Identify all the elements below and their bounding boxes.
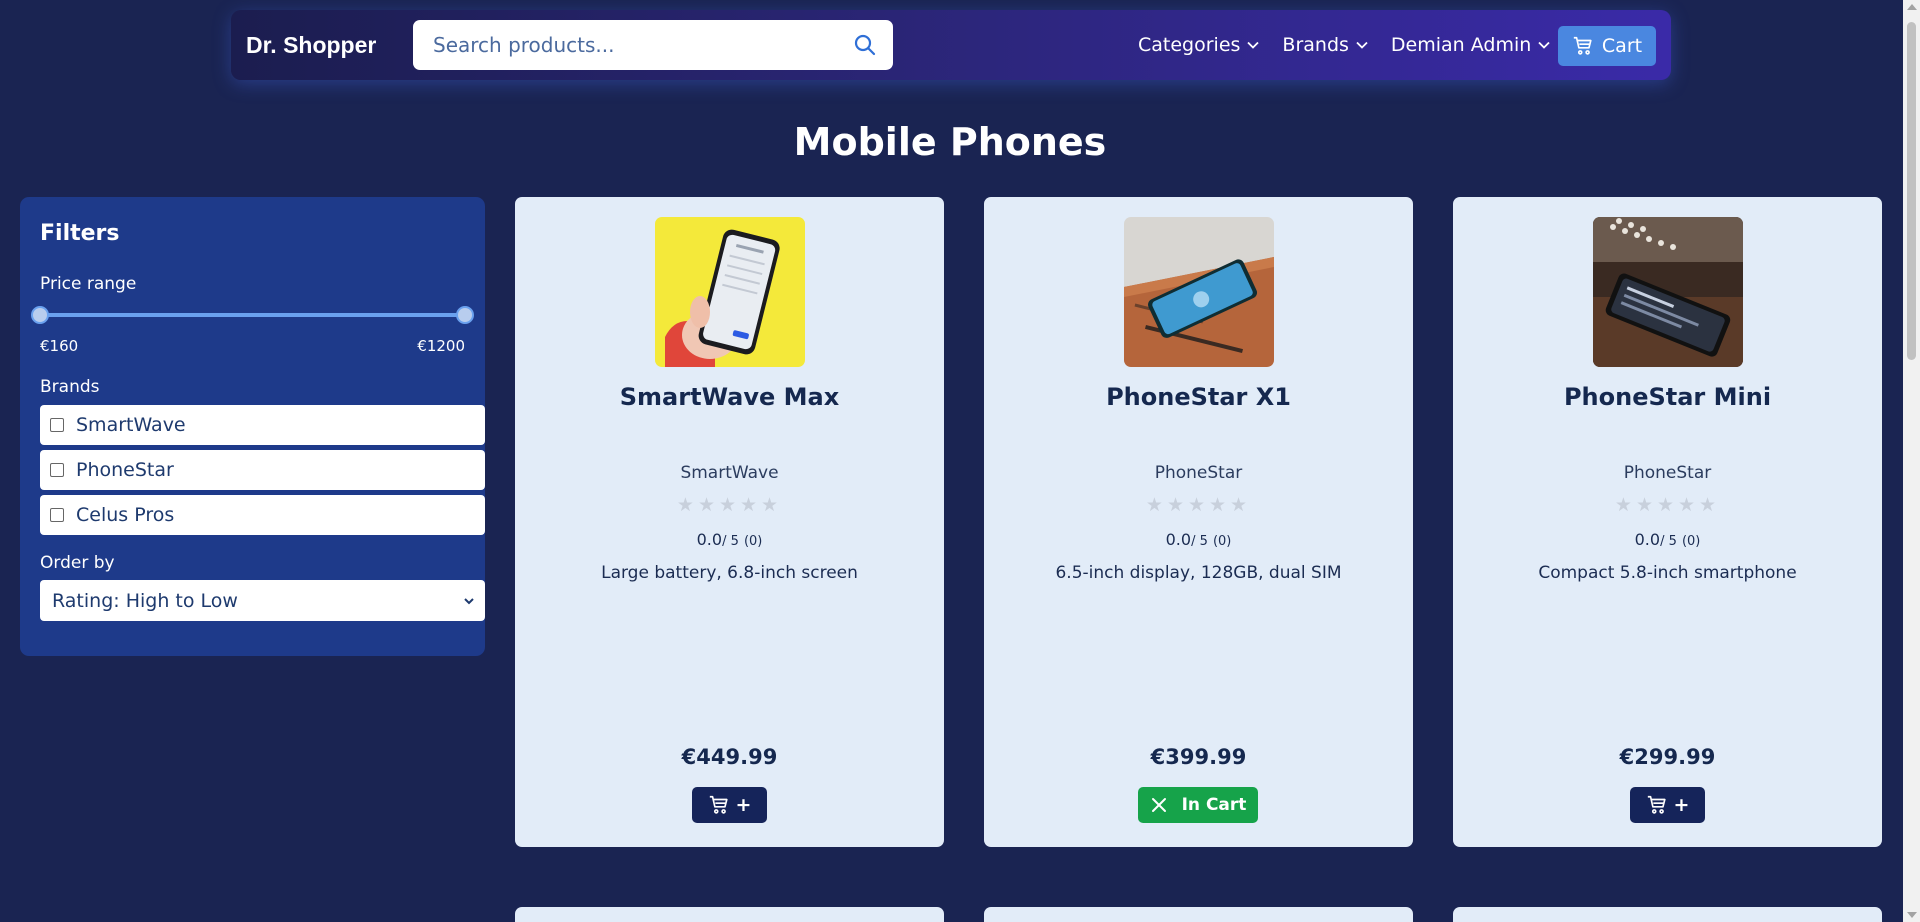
brand-filter-label: SmartWave [76,414,186,436]
order-by-label: Order by [40,553,115,573]
order-by-value: Rating: High to Low [52,589,238,612]
close-icon [1151,798,1166,812]
brands-label: Brands [40,377,100,397]
chevron-down-icon [1247,41,1260,49]
order-by-select[interactable]: Rating: High to Low [40,580,485,621]
price-min-value: €160 [40,337,79,355]
add-to-cart-button[interactable]: + [1630,787,1705,823]
price-range-label: Price range [40,274,137,294]
scroll-down-icon[interactable] [1907,912,1917,918]
page-scrollbar[interactable] [1903,0,1920,922]
product-description: 6.5-inch display, 128GB, dual SIM [1055,563,1342,583]
scrollbar-thumb[interactable] [1907,22,1916,360]
product-image[interactable] [1593,217,1743,367]
product-price: €399.99 [1150,745,1247,769]
cart-icon [1647,795,1666,814]
add-to-cart-label: + [735,794,752,816]
product-card-partial[interactable] [984,907,1413,922]
search-icon[interactable] [853,33,877,57]
brand-checkbox[interactable] [50,508,64,522]
search-input[interactable] [433,33,853,57]
add-to-cart-label: + [1673,794,1690,816]
brand-checkbox[interactable] [50,418,64,432]
rating-value: 0.0 [1165,530,1192,549]
product-card-partial[interactable] [1453,907,1882,922]
brand-filter-label: PhoneStar [76,459,174,481]
nav-brands[interactable]: Brands [1282,34,1369,56]
brand-filter-phonestar[interactable]: PhoneStar [40,450,485,490]
cart-icon [709,795,728,814]
product-card-partial[interactable] [515,907,944,922]
chevron-down-icon [464,597,474,604]
product-name[interactable]: PhoneStar Mini [1453,383,1882,411]
scroll-up-icon[interactable] [1907,4,1917,10]
product-rating: 0.0/ 5 (0) [984,530,1413,549]
rating-count: (0) [1212,534,1232,549]
nav-user-menu[interactable]: Demian Admin [1391,34,1551,56]
rating-value: 0.0 [696,530,723,549]
product-description: Large battery, 6.8-inch screen [601,563,858,583]
nav-categories[interactable]: Categories [1138,34,1260,56]
filters-title: Filters [40,221,120,246]
rating-stars: ★★★★★ [1614,494,1721,516]
product-brand: SmartWave [680,463,779,483]
price-range-slider[interactable] [31,306,474,324]
cart-button-label: Cart [1601,35,1643,57]
product-description: Compact 5.8-inch smartphone [1538,563,1797,583]
rating-stars: ★★★★★ [676,494,783,516]
product-brand: PhoneStar [1154,463,1243,483]
rating-suffix: / 5 [1660,534,1677,549]
product-rating: 0.0/ 5 (0) [1453,530,1882,549]
in-cart-label: In Cart [1181,795,1247,815]
product-card[interactable]: PhoneStar Mini PhoneStar ★★★★★ 0.0/ 5 (0… [1453,197,1882,847]
search-bar [413,20,893,70]
rating-suffix: / 5 [722,534,739,549]
product-rating: 0.0/ 5 (0) [515,530,944,549]
product-image[interactable] [1124,217,1274,367]
chevron-down-icon [1538,41,1550,49]
brand-filter-celus-pros[interactable]: Celus Pros [40,495,485,535]
nav-brands-label: Brands [1282,34,1349,56]
product-price: €299.99 [1619,745,1716,769]
brand-checkbox[interactable] [50,463,64,477]
add-to-cart-button[interactable]: + [692,787,767,823]
filters-panel: Filters Price range €160 €1200 Brands Sm… [20,197,485,656]
cart-button[interactable]: Cart [1558,26,1656,66]
rating-value: 0.0 [1634,530,1661,549]
price-min-handle[interactable] [31,306,49,324]
brand-logo[interactable]: Dr. Shopper [246,10,376,80]
product-brand: PhoneStar [1623,463,1712,483]
product-card[interactable]: PhoneStar X1 PhoneStar ★★★★★ 0.0/ 5 (0) … [984,197,1413,847]
product-image[interactable] [655,217,805,367]
nav-links: Categories Brands Demian Admin [1138,10,1573,80]
product-card[interactable]: SmartWave Max SmartWave ★★★★★ 0.0/ 5 (0)… [515,197,944,847]
product-price: €449.99 [681,745,778,769]
navbar: Dr. Shopper Categories Brands Demian Adm… [231,10,1671,80]
brand-filter-smartwave[interactable]: SmartWave [40,405,485,445]
brand-filter-label: Celus Pros [76,504,175,526]
cart-icon [1573,36,1592,55]
rating-stars: ★★★★★ [1145,494,1252,516]
page-title: Mobile Phones [793,120,1107,164]
product-name[interactable]: SmartWave Max [515,383,944,411]
nav-categories-label: Categories [1138,34,1241,56]
rating-count: (0) [1681,534,1701,549]
rating-suffix: / 5 [1191,534,1208,549]
price-max-handle[interactable] [456,306,474,324]
in-cart-button[interactable]: In Cart [1138,787,1258,823]
price-max-value: €1200 [417,337,465,355]
rating-count: (0) [743,534,763,549]
chevron-down-icon [1356,41,1368,49]
nav-user-label: Demian Admin [1390,34,1532,56]
product-name[interactable]: PhoneStar X1 [984,383,1413,411]
